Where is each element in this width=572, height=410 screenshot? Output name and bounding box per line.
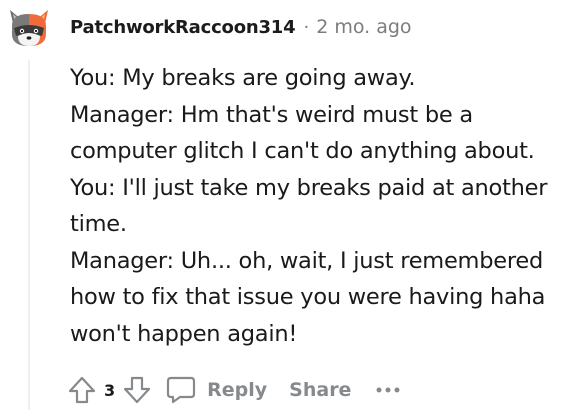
share-button[interactable]: Share (289, 379, 351, 401)
header-separator: · (303, 16, 310, 38)
thread-line[interactable] (28, 60, 30, 410)
comment: PatchworkRaccoon314 · 2 mo. ago You: My … (0, 0, 572, 410)
downvote-arrow-icon[interactable] (121, 374, 153, 406)
avatar[interactable] (6, 6, 52, 50)
speech-bubble-icon (165, 375, 197, 405)
comment-line: computer glitch I can't do anything abou… (70, 138, 535, 164)
upvote-arrow-icon[interactable] (66, 374, 98, 406)
reply-label: Reply (207, 379, 268, 401)
comment-line: how to fix that issue you were having ha… (70, 284, 546, 310)
timestamp[interactable]: 2 mo. ago (316, 16, 411, 38)
ellipsis-icon[interactable] (375, 385, 401, 395)
reply-button[interactable]: Reply (165, 375, 267, 405)
comment-header: PatchworkRaccoon314 · 2 mo. ago (70, 14, 412, 40)
vote-count: 3 (104, 380, 116, 400)
comment-line: You: I'll just take my breaks paid at an… (70, 174, 548, 201)
comment-line: You: My breaks are going away. (70, 65, 416, 91)
comment-line: Manager: Uh... oh, wait, I just remember… (70, 247, 543, 274)
raccoon-avatar-icon (10, 10, 48, 46)
comment-line: time. (70, 211, 127, 237)
comment-line: Manager: Hm that's weird must be a (70, 101, 473, 128)
comment-line: won't happen again! (70, 320, 298, 347)
username[interactable]: PatchworkRaccoon314 (70, 17, 296, 38)
comment-actions: 3 Reply Share (66, 372, 401, 408)
comment-body: You: My breaks are going away. Manager: … (70, 60, 565, 352)
